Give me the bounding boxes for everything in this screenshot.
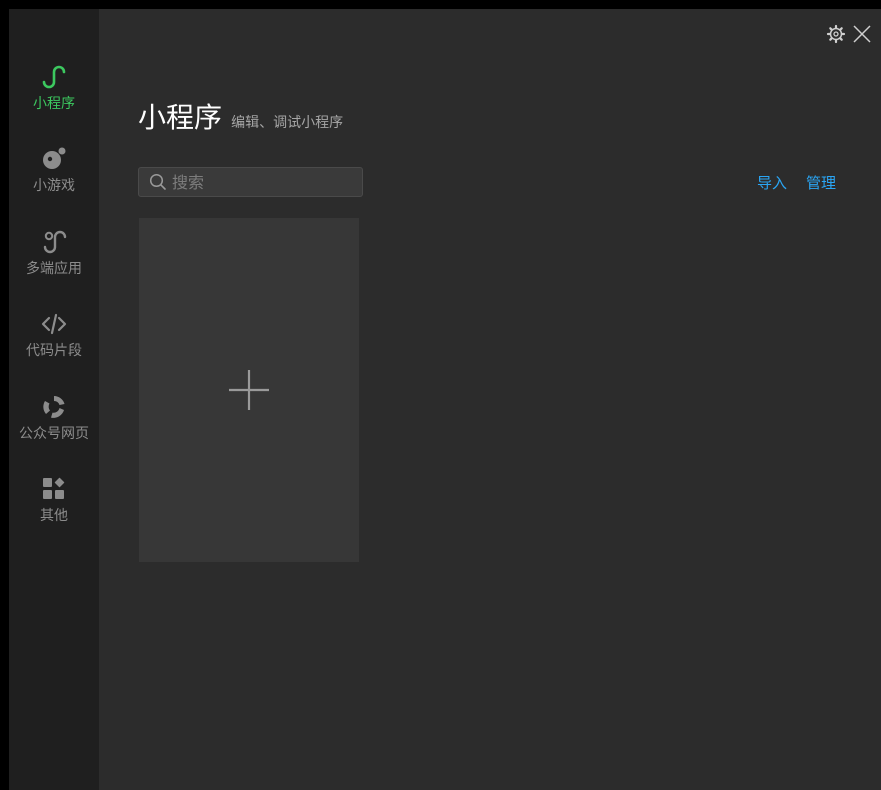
sidebar-item-label: 多端应用 <box>26 261 82 277</box>
code-icon <box>41 313 67 335</box>
multiplatform-icon <box>43 230 67 254</box>
page-title: 小程序 <box>138 101 223 134</box>
search-icon <box>149 173 166 190</box>
gear-icon[interactable] <box>826 24 846 44</box>
search-box[interactable] <box>138 167 363 197</box>
sidebar-item-label: 小程序 <box>33 96 75 112</box>
sidebar-item-miniprogram[interactable]: 小程序 <box>9 63 99 139</box>
sidebar-item-code-snippet[interactable]: 代码片段 <box>9 310 99 386</box>
sidebar-item-label: 代码片段 <box>26 343 82 359</box>
sidebar-item-minigame[interactable]: 小游戏 <box>9 145 99 221</box>
miniprogram-icon <box>42 65 66 89</box>
page-header: 小程序 编辑、调试小程序 <box>138 101 343 135</box>
import-link[interactable]: 导入 <box>757 174 787 192</box>
page-subtitle: 编辑、调试小程序 <box>231 115 344 131</box>
webpage-icon <box>43 396 65 418</box>
sidebar-item-label: 小游戏 <box>33 178 75 194</box>
sidebar-item-label: 其他 <box>40 508 68 524</box>
close-icon[interactable] <box>852 24 872 44</box>
devtools-window: 小程序 小游戏 多端应用 代码片段 公众号网页 其他 小程序 编辑、调试小程序 … <box>9 9 881 790</box>
sidebar-item-webpage[interactable]: 公众号网页 <box>9 393 99 469</box>
sidebar: 小程序 小游戏 多端应用 代码片段 公众号网页 其他 <box>9 9 99 790</box>
plus-icon <box>229 370 269 410</box>
minigame-icon <box>43 147 66 169</box>
sidebar-item-other[interactable]: 其他 <box>9 475 99 551</box>
widgets-icon <box>43 477 65 499</box>
search-input[interactable] <box>172 172 352 192</box>
manage-link[interactable]: 管理 <box>806 174 836 192</box>
sidebar-item-label: 公众号网页 <box>19 426 89 442</box>
create-project-card[interactable] <box>139 218 359 562</box>
sidebar-item-multiplatform[interactable]: 多端应用 <box>9 228 99 304</box>
